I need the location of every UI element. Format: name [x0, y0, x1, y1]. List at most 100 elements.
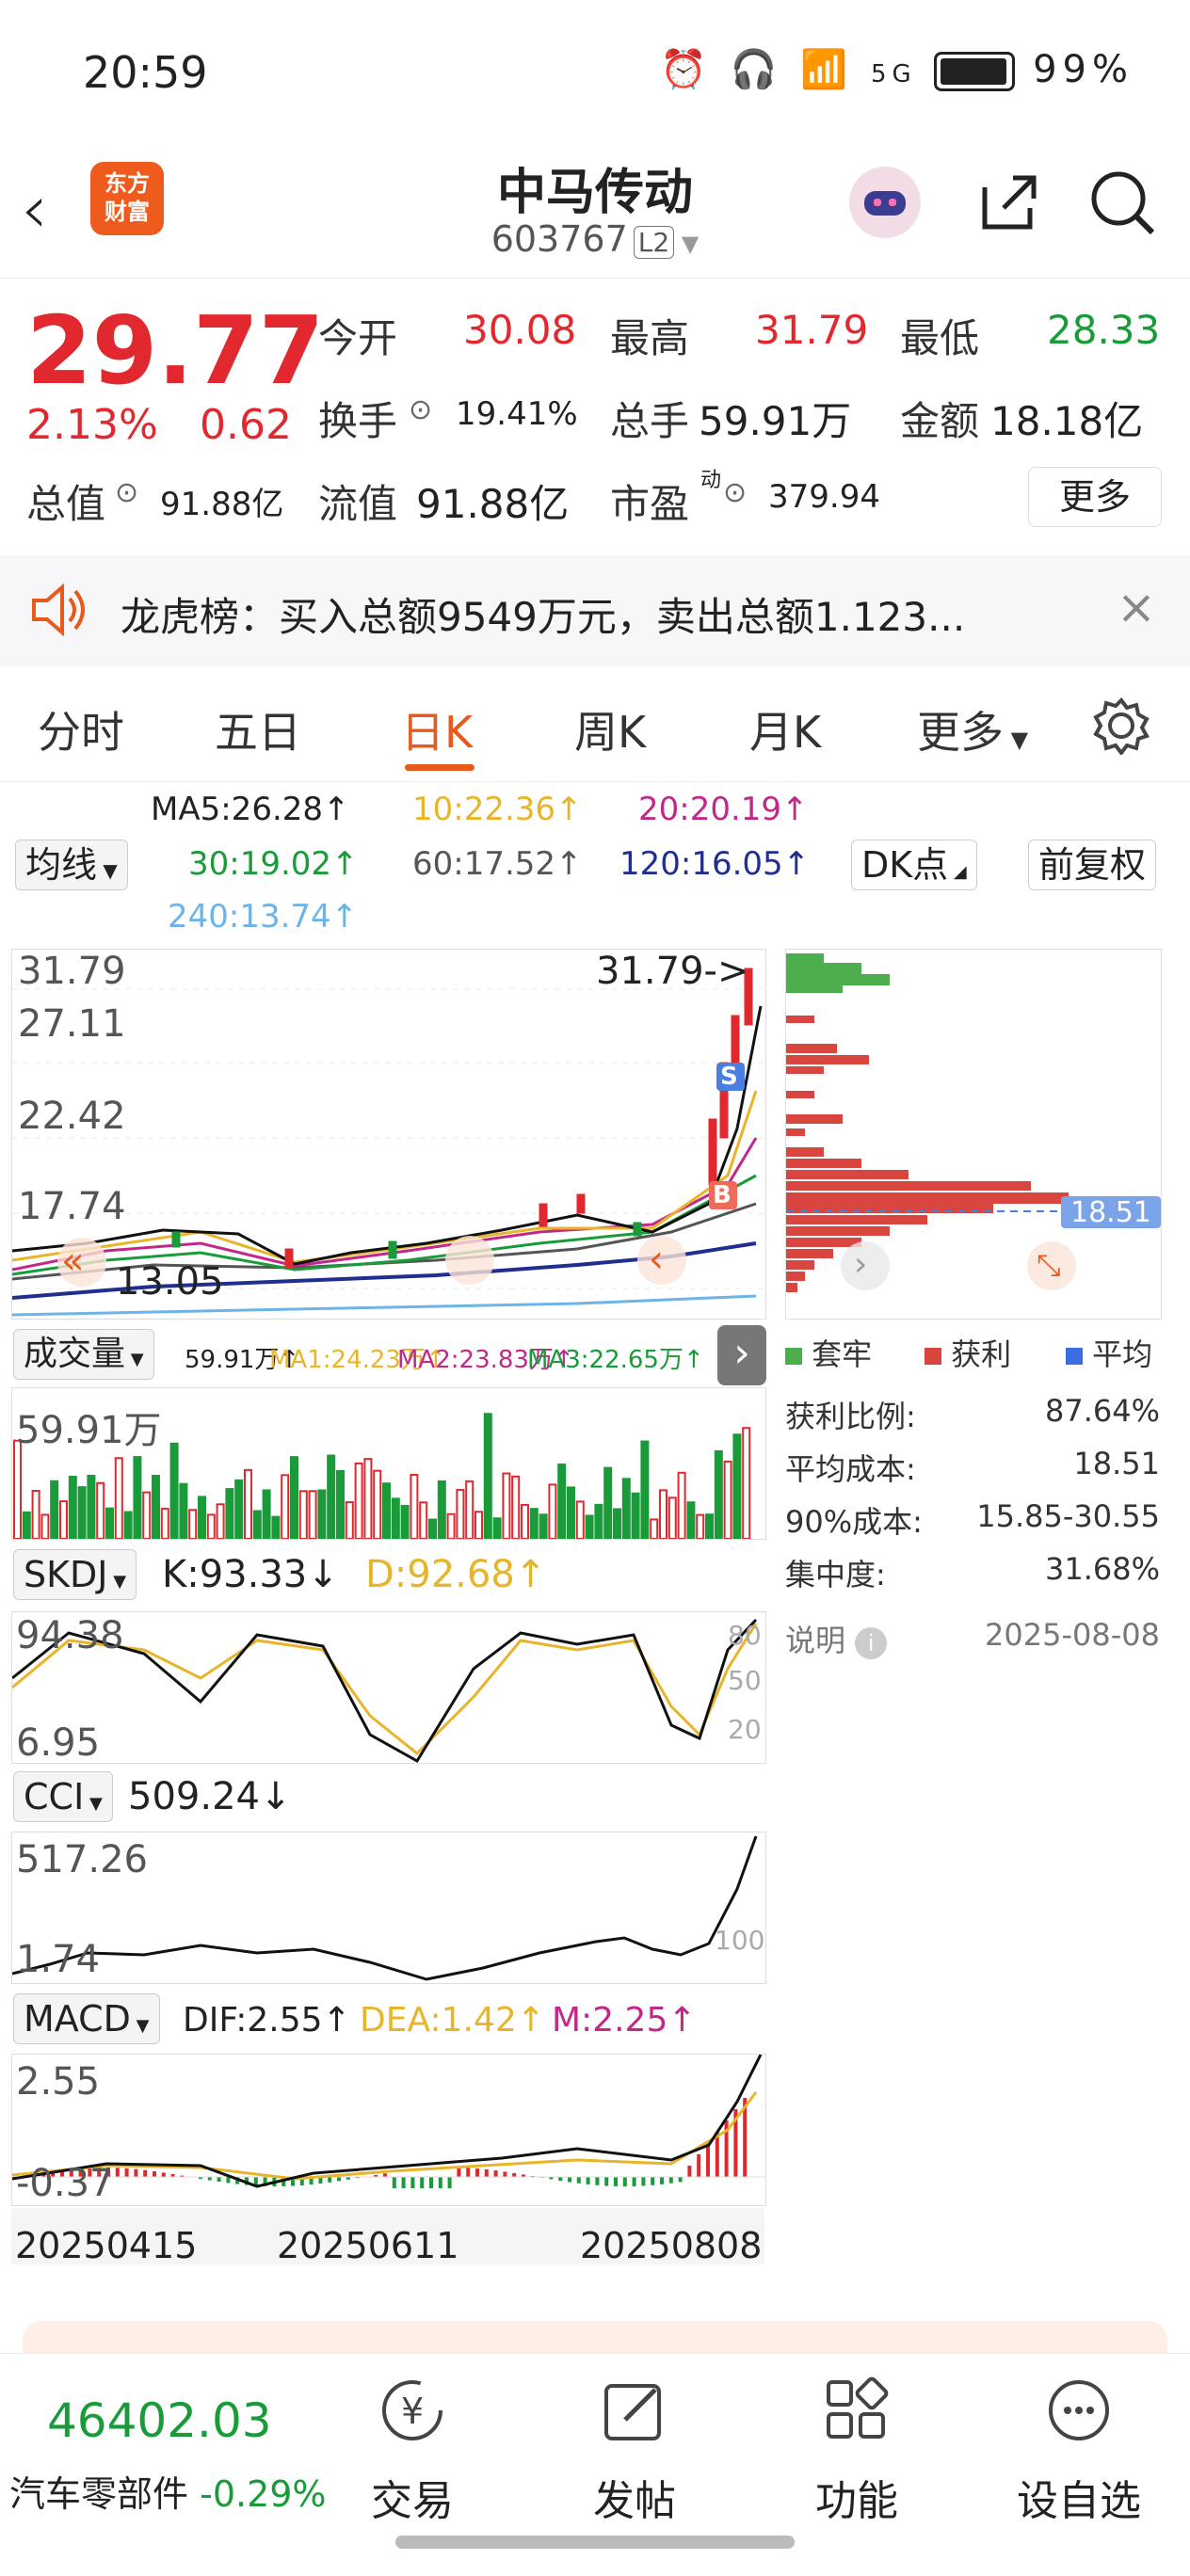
cost90-label: 90%成本: [785, 1498, 923, 1542]
cci-value: 509.24↓ [128, 1775, 291, 1818]
settings-gear-icon[interactable] [1092, 696, 1150, 759]
more-button[interactable]: 更多 [1028, 467, 1162, 527]
skdj-indicator-select[interactable]: SKDJ ▼ [13, 1549, 137, 1600]
sector-index-value[interactable]: 46402.03 [47, 2393, 272, 2448]
sector-name: 汽车零部件 [9, 2473, 188, 2515]
info-icon[interactable]: ⊙ [409, 393, 432, 426]
scroll-left-icon[interactable]: « [61, 1240, 84, 1283]
macd-bar [134, 2169, 137, 2177]
dropdown-icon[interactable]: ▼ [674, 231, 699, 257]
volume-bar [143, 1493, 150, 1539]
tab-five-day[interactable]: 五日 [215, 698, 301, 760]
y-axis-4: 17.74 [18, 1185, 126, 1228]
tab-monthly-k[interactable]: 月K [749, 698, 821, 760]
chip-stats: 套牢 获利 平均 获利比例: 87.64% 平均成本: 18.51 90%成本:… [785, 1323, 1160, 1662]
float-value: 91.88亿 [416, 472, 569, 530]
tab-intraday[interactable]: 分时 [38, 698, 124, 760]
volume-indicator-select[interactable]: 成交量 ▼ [13, 1329, 154, 1380]
add-watchlist-button[interactable]: 设自选 [1004, 2373, 1154, 2561]
macd-indicator-select[interactable]: MACD ▼ [13, 1993, 160, 2044]
tab-daily-k[interactable]: 日K [401, 698, 473, 760]
volume-header: 成交量 ▼ 59.91万↑ MA1:24.23万↑ MA2:23.83万↑ MA… [0, 1325, 772, 1391]
legend-swatch-trapped [785, 1348, 802, 1365]
volume-bar [337, 1471, 344, 1539]
macd-indicator-label: MACD [24, 1998, 131, 2040]
ma5-value: MA5:26.28↑ [151, 791, 350, 828]
kline-chart[interactable]: 31.79 27.11 22.42 17.74 13.05 31.79-> « … [11, 949, 766, 1320]
skdj-level-20: 20 [728, 1714, 762, 1745]
volume-value: 59.91万 [699, 390, 851, 447]
volume-bar [245, 1470, 251, 1539]
volume-bar [743, 1428, 749, 1539]
open-value: 30.08 [463, 307, 576, 353]
volume-bar [33, 1491, 40, 1539]
dk-point-select[interactable]: DK点 ◢ [851, 840, 977, 890]
assistant-avatar-icon[interactable] [847, 165, 923, 240]
volume-bar [540, 1514, 547, 1539]
cci-axis-bottom: 1.74 [16, 1938, 100, 1981]
post-button[interactable]: 发帖 [559, 2373, 710, 2561]
dropdown-icon: ▼ [97, 859, 118, 882]
chevron-right-icon[interactable]: › [854, 1245, 867, 1284]
trade-yen-icon: ¥ [375, 2373, 450, 2452]
y-axis-2: 27.11 [18, 1002, 126, 1046]
date-mid: 20250611 [277, 2225, 458, 2266]
profit-ratio-value: 87.64% [1045, 1393, 1160, 1429]
skdj-level-80: 80 [728, 1620, 762, 1651]
network-label: 5G [871, 60, 917, 88]
volume-bar [568, 1487, 574, 1539]
chip-date: 2025-08-08 [985, 1617, 1160, 1653]
mktcap-value: 91.88亿 [160, 478, 283, 524]
volume-bar [51, 1481, 57, 1539]
open-label: 今开 [318, 307, 397, 364]
trade-button[interactable]: ¥ 交易 [337, 2373, 488, 2561]
cci-header: CCI ▼ 509.24↓ [0, 1766, 772, 1832]
chip-distribution-chart[interactable]: 18.51 › ⤡ [785, 949, 1162, 1320]
skdj-indicator-label: SKDJ [24, 1554, 108, 1595]
trade-label: 交易 [337, 2467, 488, 2527]
date-start: 20250415 [15, 2225, 197, 2266]
cci-chart: 517.26 1.74 100 [11, 1832, 766, 1984]
adjust-select[interactable]: 前复权 [1028, 840, 1156, 890]
macd-bar [143, 2170, 147, 2177]
volume-bar [171, 1444, 178, 1539]
ma-legend: 均线 ▼ MA5:26.28↑ 10:22.36↑ 20:20.19↑ 30:1… [0, 787, 1190, 947]
macd-bar [429, 2177, 433, 2188]
expand-icon[interactable]: ⤡ [1037, 1247, 1061, 1284]
volume-bar [466, 1481, 473, 1539]
home-indicator[interactable] [395, 2536, 795, 2549]
volume-bar [733, 1434, 740, 1539]
notice-bar[interactable]: 龙虎榜：买入总额9549万元，卖出总额1.123... × [0, 555, 1190, 666]
dropdown-icon: ▼ [125, 1350, 144, 1369]
low-label: 最低 [900, 307, 979, 364]
macd-dea-value: DEA:1.42↑ [360, 2001, 545, 2040]
volume-bar [300, 1491, 307, 1539]
tab-more[interactable]: 更多 ▼ [917, 698, 1028, 760]
volume-bar [641, 1442, 648, 1539]
share-icon[interactable] [972, 165, 1047, 240]
sector-info[interactable]: 汽车零部件 -0.29% [9, 2465, 327, 2517]
macd-bar [660, 2177, 664, 2184]
pe-value: 379.94 [768, 478, 880, 516]
volume-label: 总手 [610, 390, 689, 447]
function-button[interactable]: 功能 [781, 2373, 932, 2561]
info-icon[interactable]: ⊙ [723, 476, 747, 509]
explain-link[interactable]: 说明 i [785, 1617, 887, 1660]
volume-bar [669, 1497, 676, 1539]
search-icon[interactable] [1085, 165, 1160, 240]
macd-bar [679, 2177, 683, 2182]
tab-weekly-k[interactable]: 周K [574, 698, 646, 760]
expand-panel-icon[interactable]: › [717, 1325, 766, 1385]
low-price-marker: 13.05 [116, 1260, 224, 1304]
ma-type-select[interactable]: 均线 ▼ [15, 840, 128, 890]
macd-m-value: M:2.25↑ [552, 2001, 697, 2040]
close-icon[interactable]: × [1117, 580, 1156, 634]
volume-bar [706, 1514, 713, 1539]
cci-indicator-select[interactable]: CCI ▼ [13, 1771, 113, 1822]
cci-level-100: 100 [715, 1925, 764, 1956]
chevron-left-icon[interactable]: ‹ [649, 1238, 664, 1281]
ma20-value: 20:20.19↑ [638, 791, 809, 828]
volume-bar [439, 1481, 445, 1539]
info-icon[interactable]: ⊙ [115, 476, 138, 509]
avg-cost-label: 18.51 [1070, 1196, 1151, 1229]
